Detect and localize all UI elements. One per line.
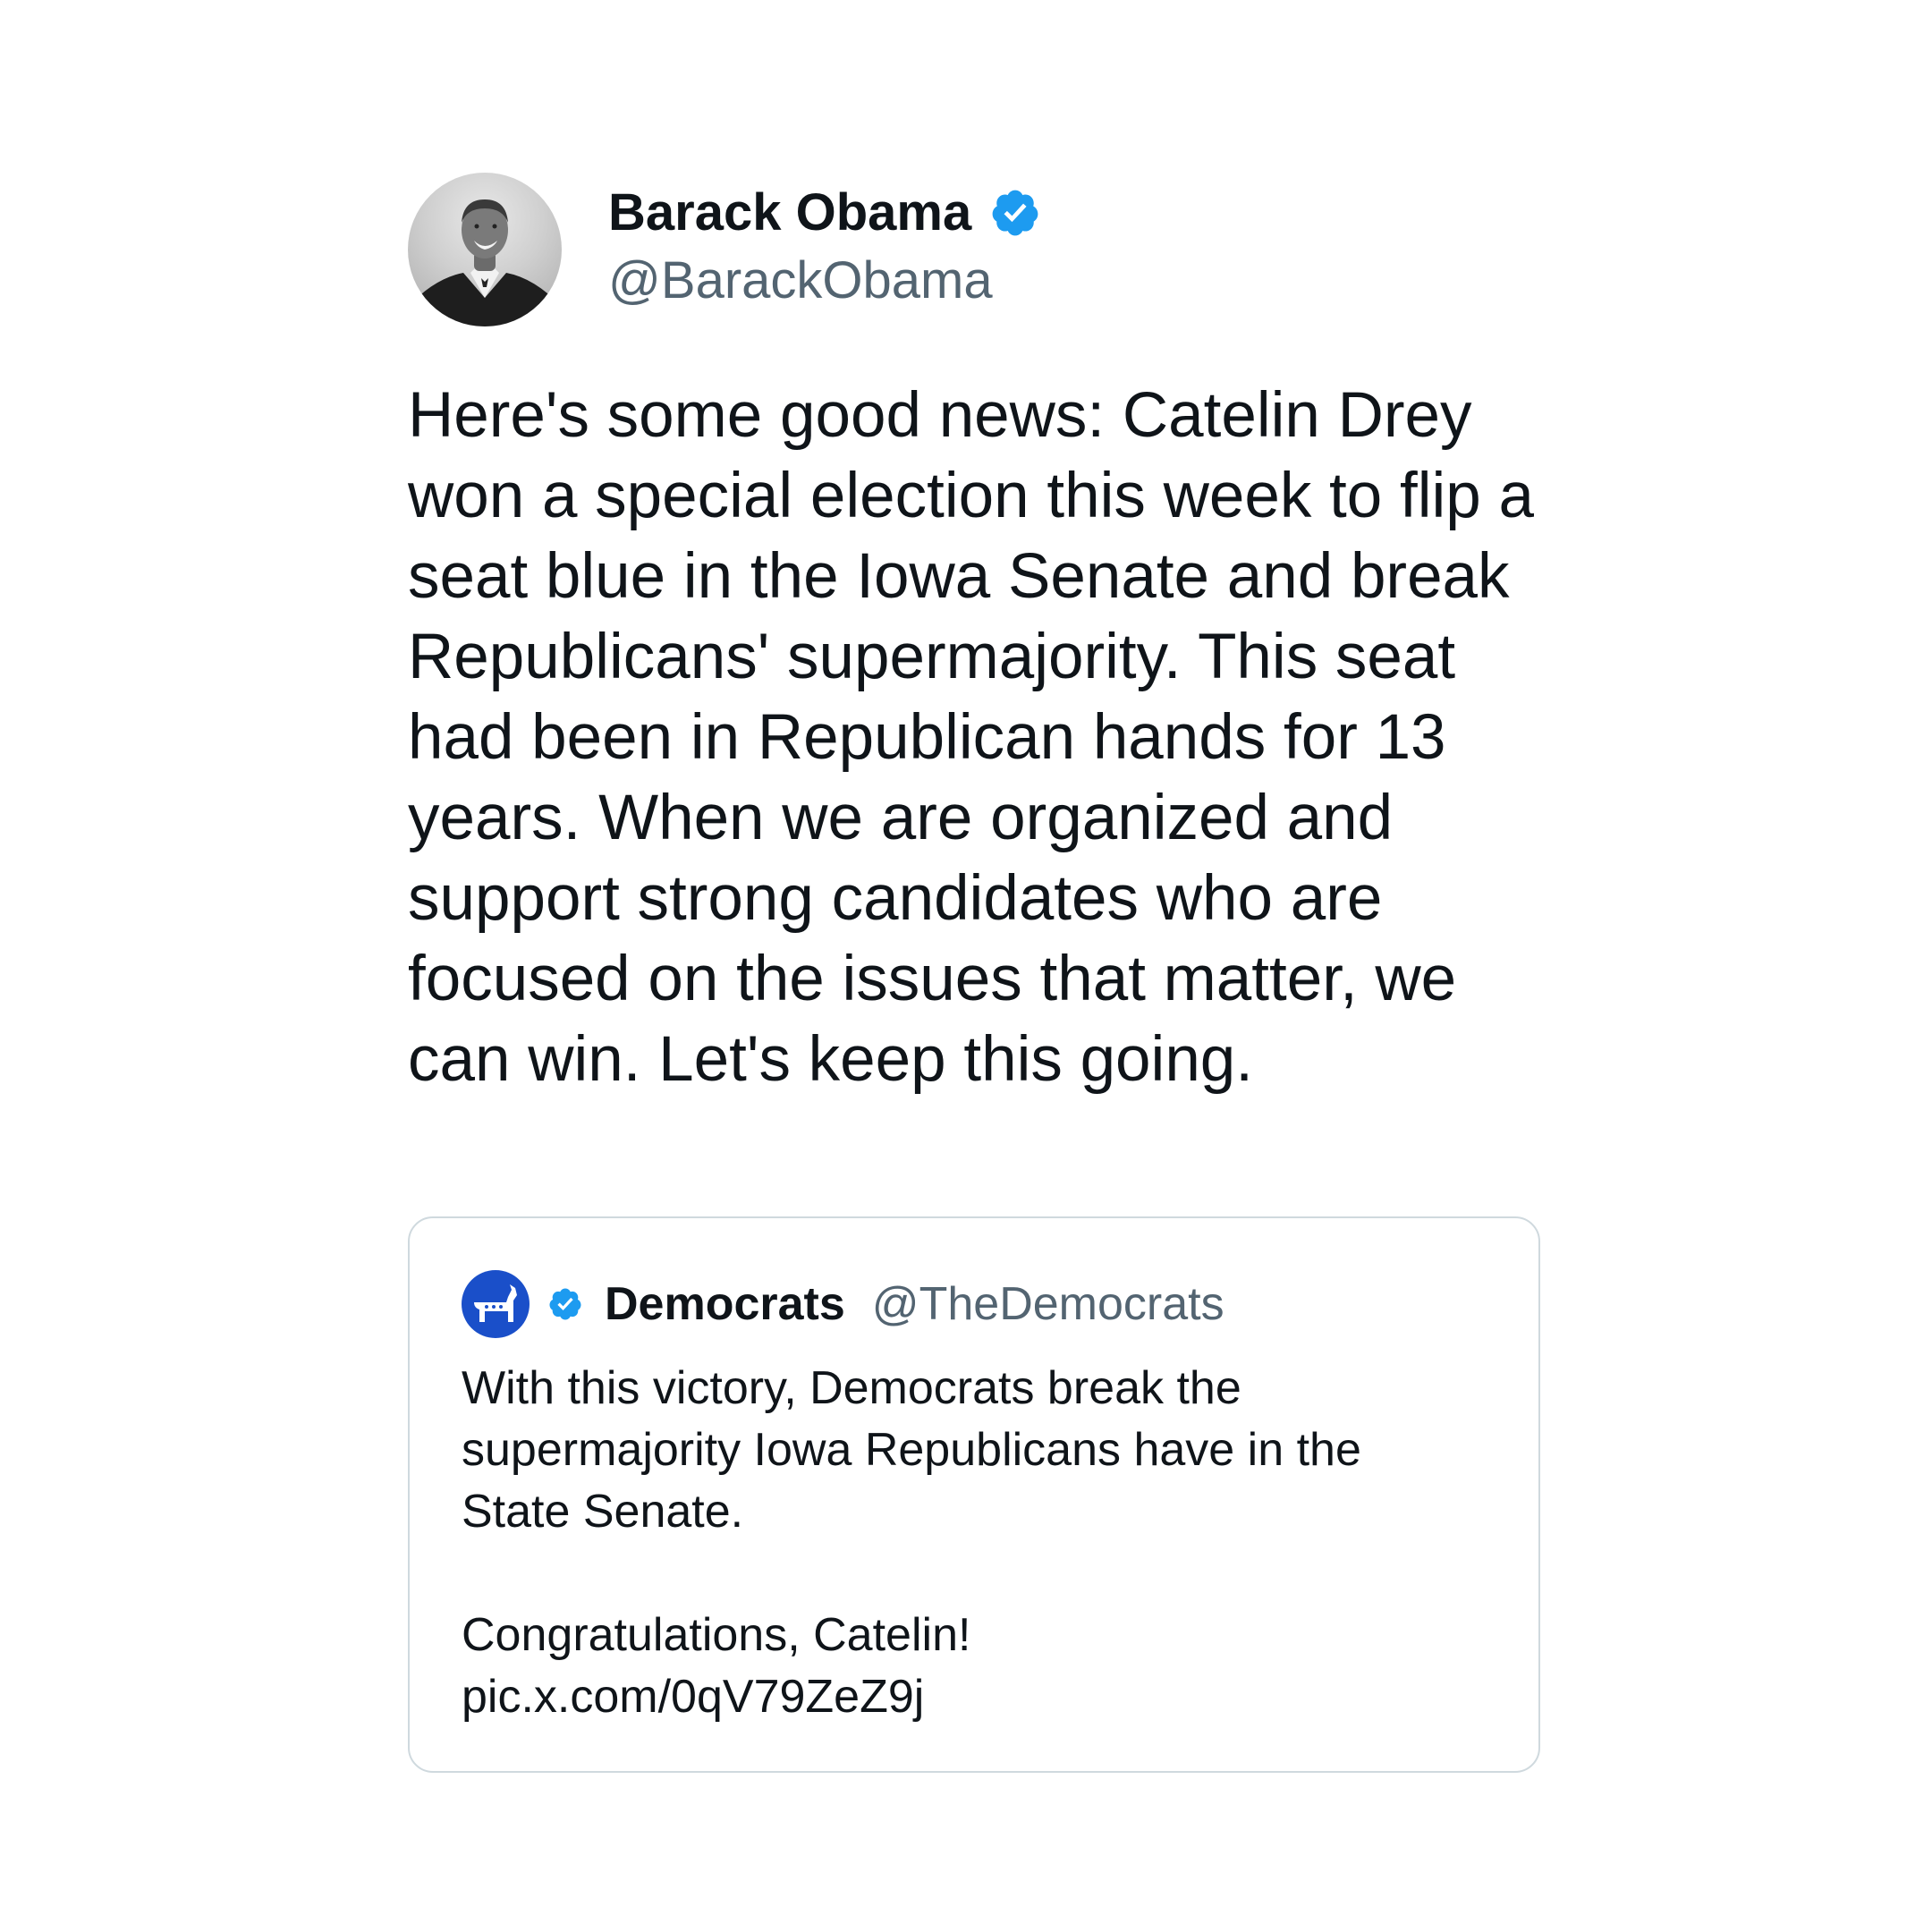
author-handle[interactable]: @BarackObama [608, 244, 1041, 318]
quoted-tweet-card[interactable]: Democrats @TheDemocrats With this victor… [408, 1216, 1540, 1773]
author-display-name[interactable]: Barack Obama [608, 182, 971, 244]
author-names: Barack Obama @BarackObama [608, 182, 1041, 318]
tweet: Barack Obama @BarackObama Here's some go… [408, 172, 1544, 1100]
profile-photo [408, 199, 562, 326]
tweet-text: Here's some good news: Catelin Drey won … [408, 380, 1534, 1095]
quoted-author-handle[interactable]: @TheDemocrats [872, 1277, 1224, 1331]
name-row: Barack Obama [608, 182, 1041, 244]
quoted-tweet-header: Democrats @TheDemocrats [462, 1270, 1490, 1338]
verified-badge-icon [547, 1286, 583, 1322]
quoted-tweet-text: With this victory, Democrats break the s… [462, 1362, 1361, 1723]
author-avatar[interactable] [408, 173, 562, 326]
quoted-author-display-name[interactable]: Democrats [605, 1277, 845, 1331]
tweet-header: Barack Obama @BarackObama [408, 172, 1544, 327]
donkey-logo-icon[interactable] [462, 1270, 530, 1338]
quoted-tweet-content: Democrats @TheDemocrats With this victor… [462, 1270, 1490, 1728]
verified-badge-icon [989, 187, 1041, 239]
